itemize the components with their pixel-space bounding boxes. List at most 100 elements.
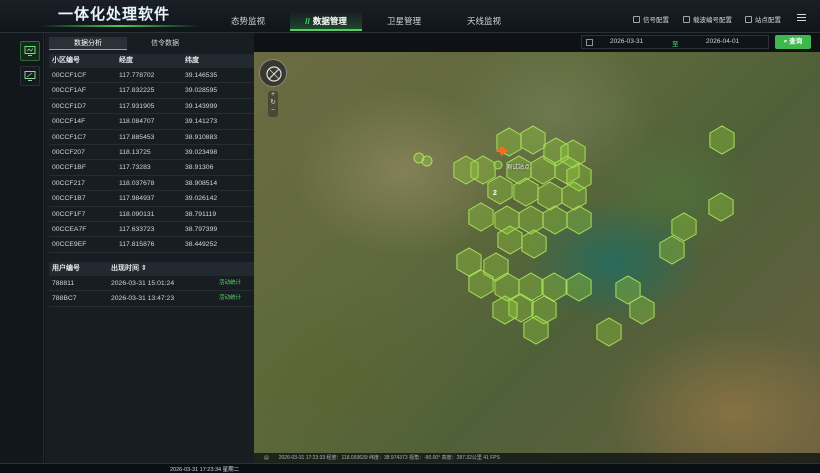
zoom-control[interactable]: + ↻ − — [268, 91, 278, 117]
table-row[interactable]: 00CCF1F7 118.090131 38.791119 — [49, 207, 254, 222]
appear-time: 2026-03-31 15:01:24 — [111, 280, 175, 287]
cell-latitude: 38.791119 — [185, 210, 217, 218]
column-header-longitude: 经度 — [119, 57, 133, 64]
appear-time: 2026-03-31 13:47:23 — [111, 295, 175, 303]
table-row[interactable]: 00CCF1C7 117.885453 38.910883 — [49, 130, 254, 145]
date-separator: 至 — [672, 41, 679, 48]
left-rail — [0, 33, 44, 463]
subtab-data-analysis[interactable]: 数据分析 — [49, 37, 127, 50]
map-layers-icon[interactable]: ▤ — [264, 455, 269, 461]
user-id: 788811 — [52, 280, 75, 287]
active-tab-marker: // — [305, 16, 310, 26]
carrier-config-button[interactable]: 载波编号配置 — [683, 14, 732, 24]
coverage-hex[interactable] — [709, 125, 735, 155]
cell-latitude: 39.143999 — [185, 102, 218, 110]
station-icon — [745, 15, 752, 23]
rail-button-screen[interactable] — [20, 66, 40, 86]
title-underline — [40, 25, 200, 27]
end-date-input[interactable]: 2026-04-01 — [706, 38, 739, 45]
coverage-hex[interactable] — [487, 175, 513, 205]
coverage-hex[interactable] — [542, 205, 568, 235]
coverage-hex[interactable] — [566, 205, 592, 235]
tab-satellite[interactable]: 卫星管理 — [368, 11, 440, 31]
cell-longitude: 117.633723 — [119, 225, 155, 233]
subtab-signaling-data[interactable]: 信令数据 — [127, 37, 203, 50]
cell-latitude: 38.449252 — [185, 241, 218, 249]
cell-id: 00CCF1AF — [52, 87, 86, 95]
signal-config-button[interactable]: 信号配置 — [633, 14, 669, 24]
cell-longitude: 117.778702 — [119, 72, 155, 79]
site-marker[interactable] — [421, 155, 433, 167]
column-header-cell-id: 小区编号 — [52, 57, 80, 64]
coverage-hex[interactable] — [468, 202, 494, 232]
signal-icon — [633, 15, 640, 23]
coverage-hex-layer — [413, 125, 735, 347]
coverage-hex[interactable] — [518, 205, 544, 235]
cell-id: 00CCEA7F — [52, 225, 87, 233]
cells-table-body: 00CCF1CF 117.778702 39.146535 00CCF1AF 117.8… — [49, 68, 254, 253]
site-marker[interactable] — [493, 160, 503, 170]
cell-id: 00CCF1F7 — [52, 210, 86, 218]
station-config-button[interactable]: 站点配置 — [745, 14, 781, 24]
table-row[interactable]: 788BC7 2026-03-31 13:47:23 活动统计 — [49, 291, 254, 307]
coverage-hex[interactable] — [659, 235, 685, 265]
coverage-hex[interactable] — [566, 272, 592, 302]
date-range-picker[interactable]: 2026-03-31 至 2026-04-01 — [581, 35, 769, 49]
top-bar: 一体化处理软件 态势监视 //数据管理 卫星管理 天线监视 信号配置 载波编号配… — [0, 0, 820, 33]
grid-icon — [683, 15, 690, 23]
coverage-hex[interactable] — [708, 192, 734, 222]
table-row[interactable]: 788811 2026-03-31 15:01:24 活动统计 — [49, 276, 254, 292]
rail-button-monitor[interactable] — [20, 41, 40, 61]
start-date-input[interactable]: 2026-03-31 — [610, 38, 643, 45]
coverage-hex[interactable] — [537, 181, 563, 211]
coverage-hex[interactable] — [521, 229, 547, 259]
table-row[interactable]: 00CCF1BF 117.73283 38.91306 — [49, 160, 254, 176]
table-row[interactable]: 00CCF1CF 117.778702 39.146535 — [49, 68, 254, 84]
compass-icon[interactable] — [259, 59, 287, 87]
coverage-hex[interactable] — [596, 317, 622, 347]
table-row[interactable]: 00CCF207 118.13725 39.023498 — [49, 145, 254, 161]
compass-needle-icon — [266, 66, 282, 82]
cell-id: 00CCF1CF — [52, 72, 87, 79]
column-header-latitude: 纬度 — [185, 57, 199, 64]
map-status-bar: ▤ 2026-03-31 17:23:33 经度：118.093639 纬度：38… — [254, 453, 820, 463]
activity-stats-link[interactable]: 活动统计 — [219, 291, 241, 306]
table-row[interactable]: 00CCF14F 118.084707 39.141273 — [49, 114, 254, 130]
cell-id: 00CCF207 — [52, 148, 85, 156]
table-row[interactable]: 00CCE9EF 117.815876 38.449252 — [49, 237, 254, 253]
cell-latitude: 38.797399 — [185, 225, 218, 233]
zoom-in-icon[interactable]: + — [268, 91, 278, 99]
coverage-hex[interactable] — [520, 125, 546, 155]
tab-situation[interactable]: 态势监视 — [212, 11, 284, 31]
cell-longitude: 117.885453 — [119, 133, 155, 141]
reset-view-icon[interactable]: ↻ — [268, 99, 278, 107]
cells-table: 小区编号 经度 纬度 00CCF1CF 117.778702 39.146535 00… — [49, 54, 254, 253]
cell-longitude: 117.984937 — [119, 195, 155, 203]
cell-id: 00CCF217 — [52, 179, 85, 187]
sort-icon[interactable]: ⇕ — [141, 265, 147, 272]
menu-icon[interactable] — [797, 14, 806, 21]
coverage-hex[interactable] — [671, 212, 697, 242]
tab-antenna[interactable]: 天线监视 — [448, 11, 520, 31]
activity-stats-link[interactable]: 活动统计 — [219, 276, 241, 291]
cell-latitude: 39.028595 — [185, 87, 218, 95]
cluster-count[interactable]: 2 — [493, 190, 497, 197]
column-header-appear-time[interactable]: 出现时间 ⇕ — [111, 262, 147, 276]
calendar-icon — [586, 39, 593, 46]
cell-latitude: 38.908514 — [185, 179, 218, 187]
table-row[interactable]: 00CCF217 118.037678 38.908514 — [49, 176, 254, 192]
table-row[interactable]: 00CCEA7F 117.633723 38.797399 — [49, 222, 254, 238]
coverage-hex[interactable] — [453, 155, 479, 185]
table-row[interactable]: 00CCF1D7 117.931905 39.143999 — [49, 99, 254, 115]
table-row[interactable]: 00CCF1B7 117.984937 39.026142 — [49, 191, 254, 207]
monitor-icon — [24, 46, 36, 56]
table-row[interactable]: 00CCF1AF 117.832225 39.028595 — [49, 83, 254, 99]
cell-longitude: 117.832225 — [119, 87, 155, 95]
map-view[interactable] — [254, 52, 820, 463]
cells-table-header: 小区编号 经度 纬度 — [49, 54, 254, 68]
query-button[interactable]: ⌕ 查询 — [775, 35, 811, 49]
cell-id: 00CCE9EF — [52, 241, 87, 249]
tab-data-management[interactable]: //数据管理 — [290, 11, 362, 31]
zoom-out-icon[interactable]: − — [268, 107, 278, 115]
column-header-user-id: 用户编号 — [52, 265, 80, 272]
